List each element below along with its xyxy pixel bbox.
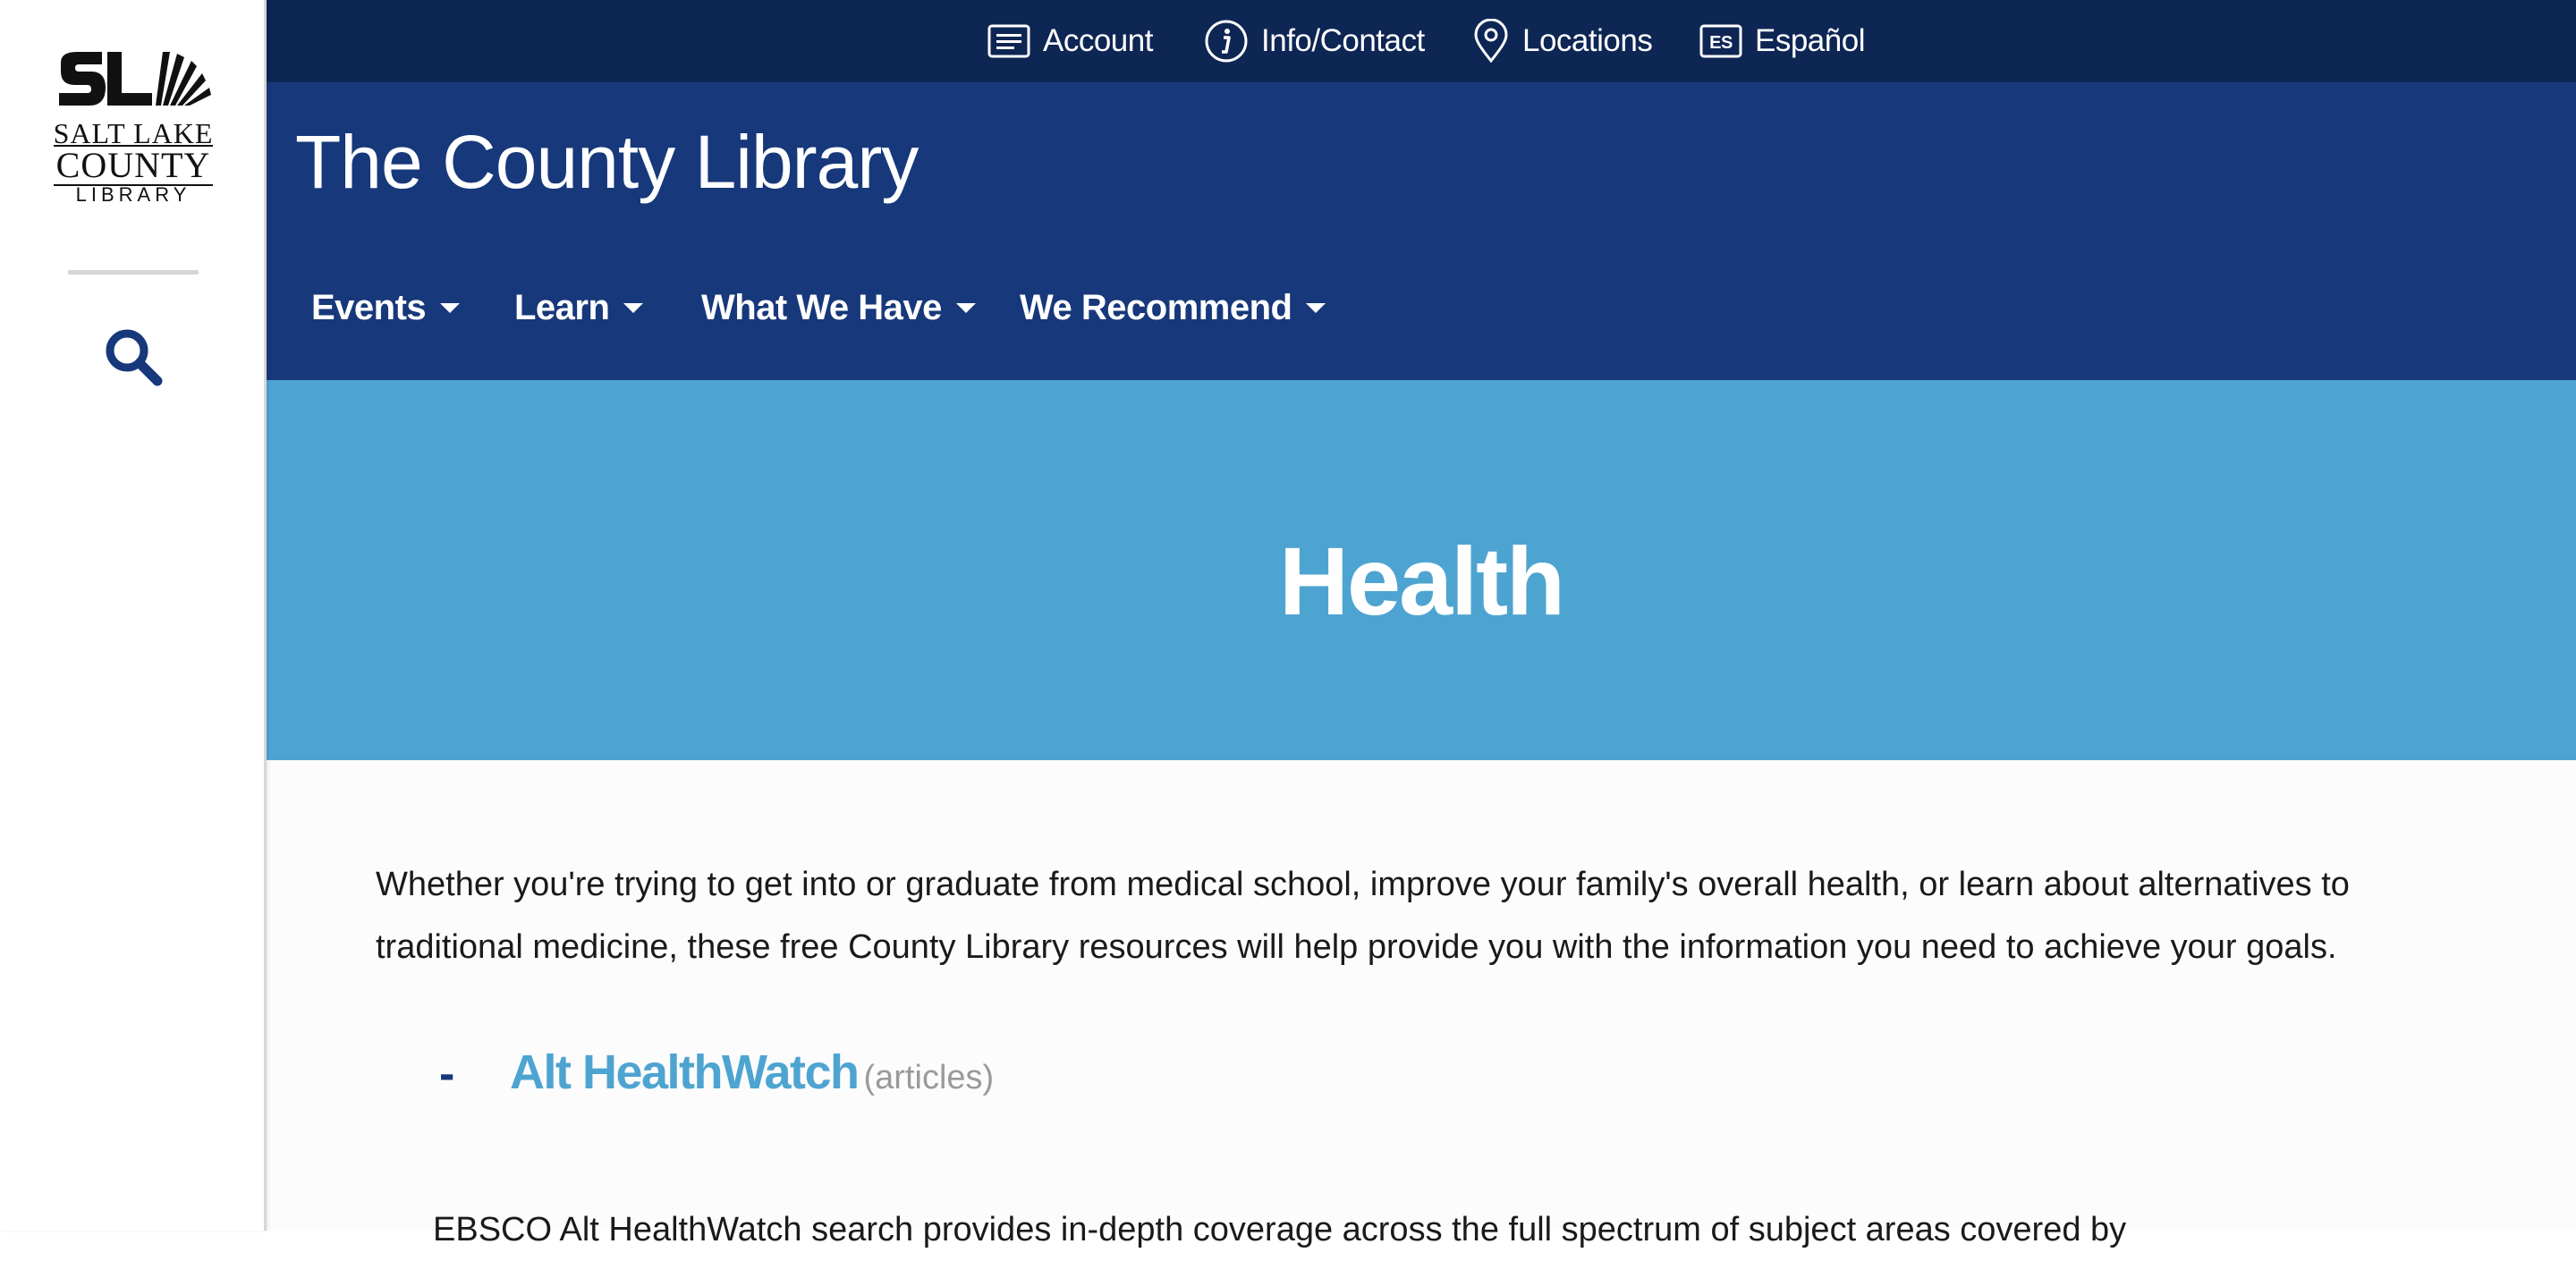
page-hero: Health — [267, 380, 2576, 760]
nav-item-what-we-have[interactable]: What We Have — [701, 281, 976, 334]
resource-description: EBSCO Alt HealthWatch search provides in… — [433, 1211, 2127, 1248]
site-title[interactable]: The County Library — [295, 113, 919, 211]
caret-down-icon — [955, 302, 976, 313]
svg-text:ES: ES — [1709, 33, 1733, 53]
intro-paragraph: Whether you're trying to get into or gra… — [376, 866, 2350, 966]
sidebar: SALT LAKE COUNTY LIBRARY — [0, 0, 267, 1231]
utility-link-espanol[interactable]: ES Español — [1699, 0, 1865, 82]
utility-link-label: Español — [1755, 23, 1865, 58]
nav-item-we-recommend[interactable]: We Recommend — [1020, 281, 1326, 334]
search-button[interactable] — [102, 326, 165, 388]
utility-link-locations[interactable]: Locations — [1472, 0, 1653, 82]
search-icon — [106, 329, 163, 386]
nav-item-label: Events — [311, 287, 427, 327]
utility-link-account[interactable]: Account — [987, 0, 1153, 82]
es-language-icon: ES — [1699, 24, 1742, 58]
nav-item-learn[interactable]: Learn — [514, 281, 644, 334]
list-bullet: - — [439, 1048, 455, 1100]
site-header: The County Library Events Learn What We … — [267, 82, 2576, 380]
caret-down-icon — [623, 302, 644, 313]
nav-item-label: What We Have — [701, 287, 942, 327]
salt-lake-county-library-logo[interactable]: SALT LAKE COUNTY LIBRARY — [52, 50, 215, 206]
main-area: Account Info/Contact Locations ES Españo… — [267, 0, 2576, 1248]
resource-link-alt-healthwatch[interactable]: Alt HealthWatch — [510, 1045, 860, 1099]
page-title: Health — [1278, 527, 1565, 635]
caret-down-icon — [1306, 302, 1326, 313]
logo-text-county: COUNTY — [54, 145, 213, 186]
resource-heading: Alt HealthWatch (articles) — [510, 1045, 994, 1100]
caret-down-icon — [440, 302, 461, 313]
nav-item-label: Learn — [514, 287, 610, 327]
utility-link-label: Account — [1043, 23, 1153, 58]
utility-link-label: Locations — [1522, 23, 1653, 58]
resource-type-label: (articles) — [863, 1059, 995, 1096]
info-icon — [1205, 20, 1248, 63]
sl-logo-mark — [59, 52, 211, 106]
logo-text-salt-lake: SALT LAKE — [53, 117, 214, 149]
utility-bar: Account Info/Contact Locations ES Españo… — [267, 0, 2576, 82]
logo-text-library: LIBRARY — [75, 183, 191, 206]
location-pin-icon — [1474, 19, 1508, 63]
account-card-icon — [987, 24, 1030, 58]
utility-link-info-contact[interactable]: Info/Contact — [1204, 0, 1425, 82]
nav-item-label: We Recommend — [1020, 287, 1292, 327]
utility-link-label: Info/Contact — [1261, 23, 1425, 58]
page-content: Whether you're trying to get into or gra… — [267, 760, 2576, 1248]
sidebar-divider — [68, 270, 199, 275]
nav-item-events[interactable]: Events — [311, 281, 461, 334]
